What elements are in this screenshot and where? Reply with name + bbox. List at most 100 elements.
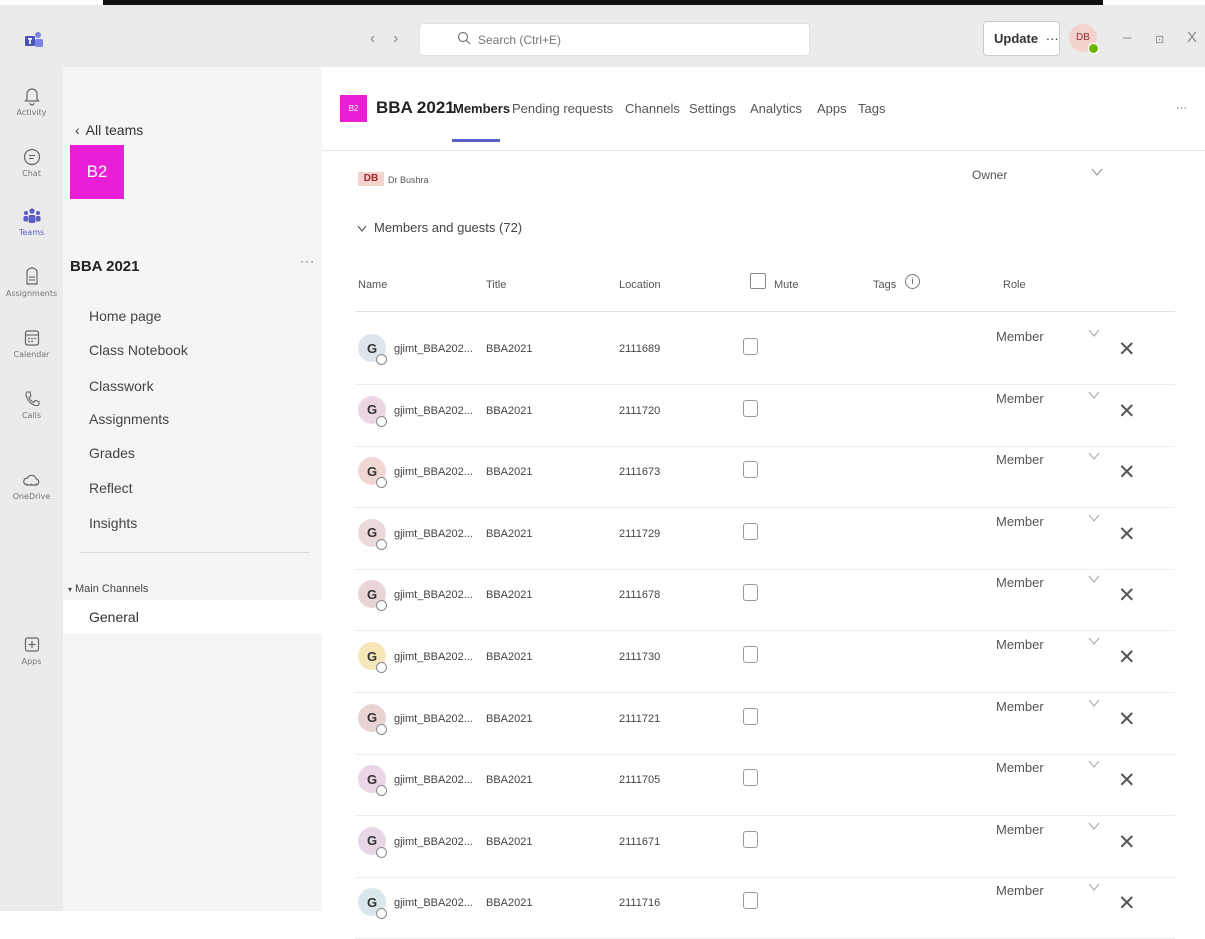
rail-item-assignments[interactable]: Assignments (0, 267, 63, 298)
tab-apps[interactable]: Apps (817, 101, 847, 116)
column-header-role[interactable]: Role (1003, 279, 1026, 291)
mute-checkbox[interactable] (743, 461, 758, 479)
tab-pending-requests[interactable]: Pending requests (512, 101, 613, 116)
table-row[interactable]: Ggjimt_BBA202... BBA2021 2111730 Member ✕ (322, 632, 1205, 693)
team-more-options-icon[interactable]: ··· (300, 254, 315, 268)
user-avatar[interactable]: DB (1069, 24, 1099, 54)
all-teams-link[interactable]: ‹ All teams (75, 122, 143, 138)
column-header-location[interactable]: Location (619, 279, 661, 291)
chevron-down-icon[interactable] (1087, 451, 1101, 461)
calendar-icon (24, 330, 39, 346)
rail-item-apps[interactable]: Apps (0, 635, 63, 666)
chevron-down-icon[interactable] (1087, 328, 1101, 338)
minimize-button[interactable]: – (1123, 29, 1131, 46)
member-role-value[interactable]: Member (996, 514, 1044, 529)
rail-item-calendar[interactable]: Calendar (0, 328, 63, 359)
remove-member-icon[interactable]: ✕ (1118, 583, 1136, 607)
mute-checkbox[interactable] (743, 584, 758, 602)
table-row[interactable]: Ggjimt_BBA202... BBA2021 2111721 Member ✕ (322, 694, 1205, 755)
rail-item-chat[interactable]: Chat (0, 147, 63, 178)
tab-members[interactable]: Members (453, 101, 510, 116)
member-role-value[interactable]: Member (996, 637, 1044, 652)
mute-checkbox[interactable] (743, 892, 758, 910)
table-row[interactable]: Ggjimt_BBA202... BBA2021 2111673 Member ✕ (322, 447, 1205, 509)
member-role-value[interactable]: Member (996, 329, 1044, 344)
remove-member-icon[interactable]: ✕ (1118, 707, 1136, 731)
team-name[interactable]: BBA 2021 (70, 258, 139, 275)
members-and-guests-toggle[interactable]: Members and guests (72) (357, 220, 522, 235)
tab-settings[interactable]: Settings (689, 101, 736, 116)
update-button[interactable]: Update ··· (983, 21, 1060, 56)
remove-member-icon[interactable]: ✕ (1118, 522, 1136, 546)
channel-item-general[interactable]: General (63, 600, 322, 634)
table-row[interactable]: Ggjimt_BBA202... BBA2021 2111678 Member ✕ (322, 570, 1205, 632)
chevron-down-icon[interactable] (1087, 574, 1101, 584)
assignments-icon (25, 267, 38, 285)
member-title: BBA2021 (486, 897, 533, 910)
restore-button[interactable]: ⊡ (1155, 33, 1164, 46)
remove-member-icon[interactable]: ✕ (1118, 768, 1136, 792)
tab-tags[interactable]: Tags (858, 101, 885, 116)
close-button[interactable]: X (1187, 29, 1197, 46)
sidebar-item-grades[interactable]: Grades (89, 445, 135, 461)
mute-checkbox[interactable] (743, 830, 758, 848)
mute-checkbox[interactable] (743, 522, 758, 540)
chevron-down-icon[interactable] (1087, 882, 1101, 892)
remove-member-icon[interactable]: ✕ (1118, 830, 1136, 854)
more-apps-icon[interactable]: ··· (0, 475, 63, 491)
rail-item-activity[interactable]: Activity (0, 86, 63, 117)
column-header-tags[interactable]: Tags (873, 279, 896, 291)
member-role-value[interactable]: Member (996, 699, 1044, 714)
mute-checkbox[interactable] (743, 338, 758, 355)
remove-member-icon[interactable]: ✕ (1118, 399, 1136, 423)
search-input[interactable]: Search (Ctrl+E) (419, 23, 810, 56)
forward-arrow-icon[interactable]: › (393, 30, 398, 48)
sidebar-item-reflect[interactable]: Reflect (89, 480, 133, 496)
rail-item-calls[interactable]: Calls (0, 389, 63, 420)
table-row[interactable]: Ggjimt_BBA202... BBA2021 2111671 Member ✕ (322, 817, 1205, 878)
tab-channels[interactable]: Channels (625, 101, 680, 116)
table-row[interactable]: Ggjimt_BBA202... BBA2021 2111705 Member ✕ (322, 755, 1205, 817)
table-row[interactable]: Ggjimt_BBA202... BBA2021 2111716 Member ✕ (322, 878, 1205, 939)
chevron-down-icon[interactable] (1087, 759, 1101, 769)
remove-member-icon[interactable]: ✕ (1118, 337, 1136, 361)
sidebar-item-insights[interactable]: Insights (89, 515, 137, 531)
sidebar-item-class-notebook[interactable]: Class Notebook (89, 342, 188, 358)
mute-all-checkbox[interactable] (750, 273, 766, 289)
main-channels-heading[interactable]: ▾ Main Channels (68, 583, 148, 595)
member-title: BBA2021 (486, 835, 533, 848)
info-icon[interactable]: i (905, 274, 920, 289)
chevron-down-icon[interactable] (1090, 167, 1104, 177)
member-role-value[interactable]: Member (996, 883, 1044, 898)
chevron-down-icon[interactable] (1087, 636, 1101, 646)
member-role-value[interactable]: Member (996, 760, 1044, 775)
mute-checkbox[interactable] (743, 707, 758, 725)
chevron-down-icon[interactable] (1087, 513, 1101, 523)
header-more-options-icon[interactable]: ··· (1176, 102, 1187, 114)
mute-checkbox[interactable] (743, 646, 758, 663)
table-row[interactable]: Ggjimt_BBA202... BBA2021 2111689 Member ✕ (322, 324, 1205, 385)
tab-analytics[interactable]: Analytics (750, 101, 802, 116)
column-header-name[interactable]: Name (358, 279, 387, 291)
owner-role-value[interactable]: Owner (972, 168, 1007, 182)
chevron-down-icon[interactable] (1087, 821, 1101, 831)
member-role-value[interactable]: Member (996, 822, 1044, 837)
sidebar-item-classwork[interactable]: Classwork (89, 378, 154, 394)
sidebar-item-home-page[interactable]: Home page (89, 308, 161, 324)
back-arrow-icon[interactable]: ‹ (370, 30, 375, 48)
member-role-value[interactable]: Member (996, 575, 1044, 590)
rail-item-teams[interactable]: Teams (0, 206, 63, 237)
remove-member-icon[interactable]: ✕ (1118, 645, 1136, 669)
sidebar-item-assignments[interactable]: Assignments (89, 411, 169, 427)
chevron-down-icon[interactable] (1087, 698, 1101, 708)
member-role-value[interactable]: Member (996, 391, 1044, 406)
column-header-title[interactable]: Title (486, 279, 506, 291)
table-row[interactable]: Ggjimt_BBA202... BBA2021 2111720 Member ✕ (322, 386, 1205, 447)
table-row[interactable]: Ggjimt_BBA202... BBA2021 2111729 Member ✕ (322, 509, 1205, 570)
member-role-value[interactable]: Member (996, 452, 1044, 467)
mute-checkbox[interactable] (743, 399, 758, 417)
chevron-down-icon[interactable] (1087, 390, 1101, 400)
remove-member-icon[interactable]: ✕ (1118, 460, 1136, 484)
mute-checkbox[interactable] (743, 769, 758, 787)
remove-member-icon[interactable]: ✕ (1118, 891, 1136, 915)
